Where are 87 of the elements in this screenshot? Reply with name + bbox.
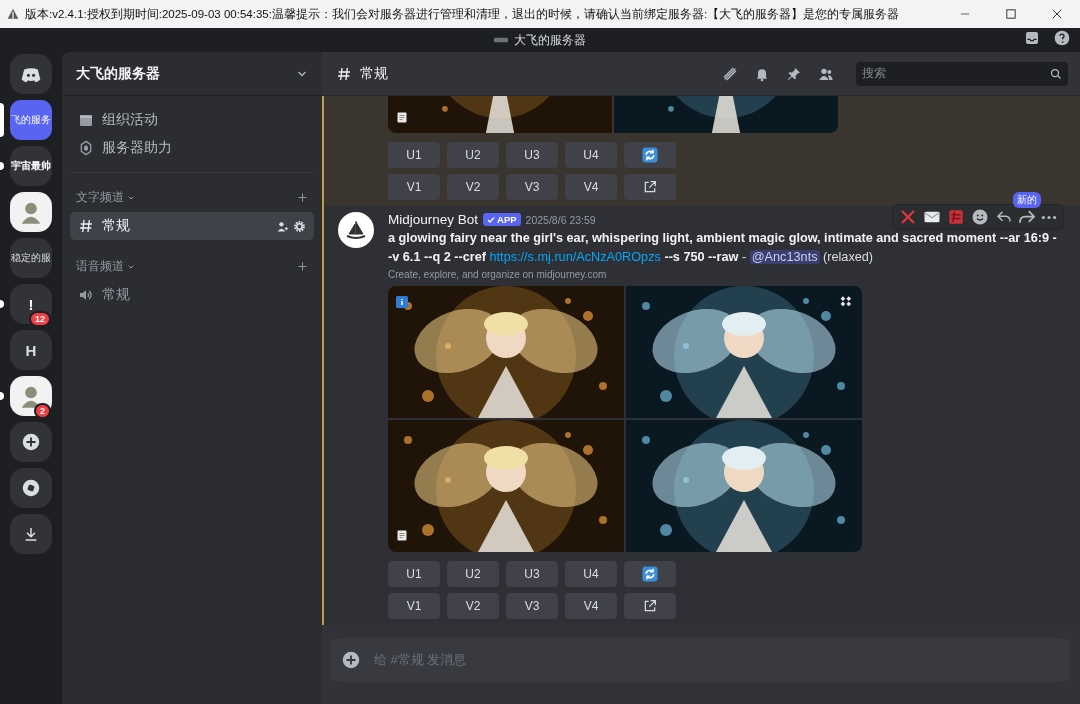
- stamp-icon: [947, 208, 965, 226]
- upscale-variation-button[interactable]: V3: [506, 593, 558, 619]
- hashtag-icon: [78, 218, 94, 234]
- clipboard-icon: [396, 528, 408, 542]
- channel-item[interactable]: 常规: [70, 281, 314, 309]
- app-title: 大飞的服务器: [514, 31, 586, 49]
- upscale-variation-button[interactable]: U4: [565, 142, 617, 168]
- cross-icon: [899, 208, 917, 226]
- upscale-variation-button[interactable]: U3: [506, 142, 558, 168]
- add-channel-icon: [297, 192, 308, 203]
- help-icon: [1054, 30, 1070, 46]
- server-action[interactable]: [10, 422, 52, 462]
- channel-item[interactable]: 常规: [70, 212, 314, 240]
- server-action[interactable]: [10, 54, 52, 94]
- inbox-icon: [1024, 30, 1040, 46]
- server-name[interactable]: 大飞的服务器: [76, 64, 160, 83]
- info-icon: [396, 296, 408, 308]
- user-mention[interactable]: @Anc13nts: [749, 250, 820, 264]
- upscale-variation-button[interactable]: V3: [506, 174, 558, 200]
- search-icon: [1050, 67, 1062, 80]
- upscale-variation-button[interactable]: U3: [506, 561, 558, 587]
- add-icon: [22, 433, 40, 451]
- server-icon[interactable]: 飞的服务: [10, 100, 52, 140]
- author-name[interactable]: Midjourney Bot: [388, 212, 479, 227]
- new-badge: 新的: [1013, 192, 1041, 208]
- hashtag-icon: [336, 65, 352, 82]
- download-icon: [23, 526, 39, 542]
- refresh-icon: [641, 146, 659, 164]
- emoji-icon: [971, 208, 989, 226]
- maximize-icon: [1006, 9, 1016, 19]
- prompt-link[interactable]: https://s.mj.run/AcNzA0ROpzs: [489, 250, 661, 264]
- sailboat-icon: [344, 218, 368, 242]
- refresh-icon: [641, 565, 659, 583]
- server-action[interactable]: [10, 514, 52, 554]
- upscale-variation-button[interactable]: V1: [388, 593, 440, 619]
- clipboard-icon: [396, 110, 408, 124]
- invite-icon: [276, 219, 289, 233]
- upscale-variation-button[interactable]: U4: [565, 561, 617, 587]
- reroll-button[interactable]: [624, 561, 676, 587]
- upscale-variation-button[interactable]: V4: [565, 593, 617, 619]
- app-tag: APP: [483, 213, 521, 226]
- sidebar-item[interactable]: 组织活动: [102, 111, 158, 129]
- upscale-variation-button[interactable]: V2: [447, 174, 499, 200]
- external-link-icon: [642, 598, 658, 614]
- app-icon: [6, 7, 20, 21]
- pin-icon: [786, 65, 802, 82]
- reroll-button[interactable]: [624, 142, 676, 168]
- window-title: 版本:v2.4.1:授权到期时间:2025-09-03 00:54:35:温馨提示：我们会对服务器进行管理和清理，退出的时候，请确认当前绑定服务器:【大飞的服务器】是您的专属服务器: [25, 6, 901, 22]
- server-icon[interactable]: H: [10, 330, 52, 370]
- close-icon: [1052, 9, 1062, 19]
- check-icon: [487, 215, 496, 224]
- search-field[interactable]: 搜索: [856, 61, 1068, 86]
- external-link-icon: [642, 179, 658, 195]
- channel-category[interactable]: 语音频道: [76, 258, 124, 275]
- forward-icon: [1019, 209, 1035, 225]
- upscale-variation-button[interactable]: U2: [447, 561, 499, 587]
- more-icon: [1041, 214, 1057, 220]
- add-channel-icon: [297, 261, 308, 272]
- attach-icon: [342, 651, 360, 669]
- channel-category[interactable]: 文字频道: [76, 189, 124, 206]
- server-icon[interactable]: 稳定的服: [10, 238, 52, 278]
- embed-description: Create, explore, and organize on midjourney.com: [388, 269, 608, 280]
- upscale-variation-button[interactable]: U2: [447, 142, 499, 168]
- upscale-variation-button[interactable]: U1: [388, 561, 440, 587]
- open-link-button[interactable]: [624, 593, 676, 619]
- calendar-icon: [78, 112, 94, 128]
- compass-icon: [22, 479, 40, 497]
- upscale-variation-button[interactable]: V4: [565, 174, 617, 200]
- upscale-variation-button[interactable]: U1: [388, 142, 440, 168]
- server-icon[interactable]: 宇宙最帅: [10, 146, 52, 186]
- boost-icon: [78, 140, 94, 156]
- sidebar-item[interactable]: 服务器助力: [102, 139, 172, 157]
- server-action[interactable]: [10, 468, 52, 508]
- upscale-variation-button[interactable]: V2: [447, 593, 499, 619]
- timestamp: 2025/8/6 23:59: [525, 213, 596, 226]
- threads-icon: [722, 65, 738, 82]
- open-link-button[interactable]: [624, 174, 676, 200]
- message-text: a glowing fairy near the girl's ear, whispering light, ambient magic glow, intimate and sacred moment --ar 16:9 --v 6.1 --q 2 --cref https://s.mj.run/AcNzA0ROpzs --s 750 --raw - @Anc13nts (relaxed): [388, 230, 1058, 266]
- server-avatar[interactable]: [10, 192, 52, 232]
- server-logo-icon: [494, 37, 508, 43]
- cards-icon: [840, 294, 854, 308]
- server-avatar[interactable]: [10, 376, 52, 416]
- settings-icon: [293, 219, 306, 233]
- upscale-variation-button[interactable]: V1: [388, 174, 440, 200]
- channel-title: 常规: [360, 64, 388, 83]
- discord-logo-icon: [20, 65, 42, 83]
- bot-avatar[interactable]: [338, 212, 374, 248]
